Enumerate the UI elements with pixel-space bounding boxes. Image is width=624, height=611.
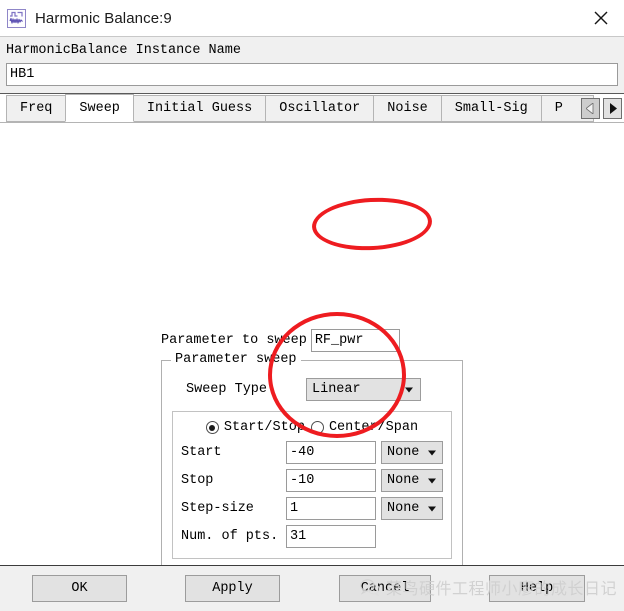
start-label: Start: [181, 445, 222, 460]
triangle-left-icon[interactable]: [581, 98, 600, 119]
help-button-label: Help: [520, 581, 554, 596]
chevron-down-icon: [428, 450, 436, 455]
harmonic-balance-dialog: Harmonic Balance:9 HarmonicBalance Insta…: [0, 0, 624, 611]
sweep-tab-panel: Parameter to sweep Parameter sweep Sweep…: [0, 123, 624, 602]
stop-label: Stop: [181, 473, 214, 488]
radio-start-stop[interactable]: Start/Stop: [205, 420, 305, 435]
tab-oscillator[interactable]: Oscillator: [265, 95, 375, 122]
cancel-button[interactable]: Cancel: [339, 575, 431, 602]
parameter-sweep-group: Parameter sweep Sweep Type Linear Start/…: [161, 352, 463, 572]
tab-label: Small-Sig: [454, 101, 528, 116]
parameter-to-sweep-input[interactable]: [310, 329, 400, 352]
sweep-range-panel: Start/Stop Center/Span Start None: [172, 411, 452, 559]
apply-button-label: Apply: [212, 581, 253, 596]
sweep-type-dropdown[interactable]: Linear: [306, 378, 421, 401]
sweep-type-row: Sweep Type Linear: [186, 378, 452, 401]
tab-label: Sweep: [79, 100, 120, 116]
dialog-button-bar: OK Apply Cancel Help: [0, 565, 624, 611]
parameter-to-sweep-label: Parameter to sweep: [161, 333, 307, 348]
tab-label: Oscillator: [279, 101, 361, 116]
radio-indicator-icon: [205, 421, 219, 434]
apply-button[interactable]: Apply: [185, 575, 280, 602]
stop-unit-dropdown[interactable]: None: [381, 469, 443, 492]
stop-row: Stop None: [181, 469, 443, 492]
tab-initial-guess[interactable]: Initial Guess: [132, 95, 267, 122]
instance-name-input[interactable]: [6, 63, 618, 86]
step-size-label: Step-size: [181, 501, 254, 516]
sweep-type-value: Linear: [312, 382, 361, 397]
close-icon[interactable]: [578, 0, 624, 36]
ok-button-label: OK: [71, 581, 88, 596]
instance-name-section: HarmonicBalance Instance Name: [0, 36, 624, 94]
radio-center-span[interactable]: Center/Span: [310, 420, 419, 435]
triangle-right-icon[interactable]: [603, 98, 622, 119]
start-unit-value: None: [387, 445, 420, 460]
tab-label: Freq: [20, 101, 53, 116]
ok-button[interactable]: OK: [32, 575, 127, 602]
radio-center-span-label: Center/Span: [328, 420, 419, 435]
step-size-unit-value: None: [387, 501, 420, 516]
step-size-row: Step-size None: [181, 497, 443, 520]
help-button[interactable]: Help: [489, 575, 585, 602]
stop-input[interactable]: [286, 469, 376, 492]
harmonic-balance-icon: [7, 8, 26, 28]
chevron-down-icon: [428, 506, 436, 511]
sweep-type-label: Sweep Type: [186, 382, 268, 397]
tab-label: Noise: [387, 101, 428, 116]
tab-label: Initial Guess: [146, 101, 253, 116]
tab-freq[interactable]: Freq: [6, 95, 67, 122]
cancel-button-label: Cancel: [360, 581, 410, 596]
instance-name-label: HarmonicBalance Instance Name: [6, 43, 241, 58]
sweep-mode-radio-group: Start/Stop Center/Span: [181, 420, 443, 435]
tab-sweep[interactable]: Sweep: [65, 94, 134, 122]
tab-bar: Freq Sweep Initial Guess Oscillator Nois…: [0, 94, 624, 123]
parameter-to-sweep-row: Parameter to sweep: [161, 329, 463, 352]
tab-label: P: [554, 101, 563, 116]
start-unit-dropdown[interactable]: None: [381, 441, 443, 464]
sweep-form: Parameter to sweep Parameter sweep Sweep…: [161, 329, 463, 602]
stop-unit-value: None: [387, 473, 420, 488]
tab-noise[interactable]: Noise: [373, 95, 442, 122]
num-of-pts-input[interactable]: [286, 525, 376, 548]
window-title: Harmonic Balance:9: [35, 9, 172, 27]
parameter-sweep-group-title: Parameter sweep: [171, 352, 301, 367]
radio-indicator-icon: [310, 421, 324, 434]
start-row: Start None: [181, 441, 443, 464]
chevron-down-icon: [428, 478, 436, 483]
step-size-unit-dropdown[interactable]: None: [381, 497, 443, 520]
start-input[interactable]: [286, 441, 376, 464]
title-bar: Harmonic Balance:9: [0, 0, 624, 36]
tab-scroll-controls: [578, 98, 622, 119]
radio-start-stop-label: Start/Stop: [223, 420, 305, 435]
step-size-input[interactable]: [286, 497, 376, 520]
chevron-down-icon: [405, 387, 413, 392]
tab-small-sig[interactable]: Small-Sig: [440, 95, 542, 122]
num-of-pts-row: Num. of pts.: [181, 525, 443, 548]
num-of-pts-label: Num. of pts.: [181, 529, 279, 544]
